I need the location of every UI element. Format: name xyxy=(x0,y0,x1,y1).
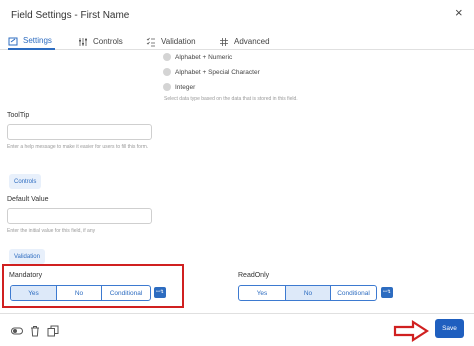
radio-button[interactable] xyxy=(163,68,171,76)
tab-bar: Settings Controls Validation Advanced xyxy=(0,30,474,50)
tooltip-hint: Enter a help message to make it easier f… xyxy=(7,144,149,150)
close-icon[interactable]: × xyxy=(455,6,463,19)
tab-settings[interactable]: Settings xyxy=(8,33,55,50)
readonly-label: ReadOnly xyxy=(238,272,270,279)
default-value-hint: Enter the initial value for this field, … xyxy=(7,228,96,234)
controls-section-header: Controls xyxy=(9,174,42,189)
sliders-icon xyxy=(79,37,87,46)
dialog-title: Field Settings - First Name xyxy=(11,10,130,21)
tab-advanced-label: Advanced xyxy=(234,37,270,46)
settings-tab-icon xyxy=(8,37,18,45)
tooltip-input[interactable] xyxy=(7,124,152,140)
datatype-option-label: Alphabet + Special Character xyxy=(175,68,260,76)
tab-controls[interactable]: Controls xyxy=(78,33,123,50)
tab-settings-label: Settings xyxy=(23,36,52,45)
radio-button[interactable] xyxy=(163,53,171,61)
mandatory-highlight-box xyxy=(2,264,184,308)
toggle-icon[interactable] xyxy=(11,325,23,337)
grid-icon xyxy=(220,37,228,46)
tab-validation-label: Validation xyxy=(161,37,196,46)
checklist-icon xyxy=(146,37,155,46)
dialog-header: Field Settings - First Name × xyxy=(0,0,474,30)
arrow-annotation-icon xyxy=(393,320,429,342)
readonly-no-option[interactable]: No xyxy=(286,286,331,300)
save-button[interactable]: Save xyxy=(435,319,464,338)
readonly-segmented-control[interactable]: Yes No Conditional xyxy=(238,285,377,301)
datatype-option-label: Integer xyxy=(175,83,196,91)
radio-button[interactable] xyxy=(163,83,171,91)
conditional-rule-icon[interactable]: ꟷ↯ xyxy=(381,287,393,298)
datatype-option-label: Alphabet + Numeric xyxy=(175,53,233,61)
datatype-option-alphanumeric[interactable]: Alphabet + Numeric xyxy=(163,53,232,61)
datatype-option-integer[interactable]: Integer xyxy=(163,83,195,91)
datatype-hint: Select data type based on the data that … xyxy=(164,96,298,102)
tab-validation[interactable]: Validation xyxy=(146,33,196,50)
validation-section-header: Validation xyxy=(9,249,45,264)
default-value-label: Default Value xyxy=(7,196,49,203)
tooltip-label: ToolTip xyxy=(7,112,30,119)
copy-icon[interactable] xyxy=(47,325,59,337)
trash-icon[interactable] xyxy=(29,325,41,337)
datatype-option-special[interactable]: Alphabet + Special Character xyxy=(163,68,260,76)
tab-controls-label: Controls xyxy=(93,37,123,46)
readonly-conditional-option[interactable]: Conditional xyxy=(331,286,376,300)
default-value-input[interactable] xyxy=(7,208,152,224)
tab-advanced[interactable]: Advanced xyxy=(219,33,270,50)
readonly-yes-option[interactable]: Yes xyxy=(239,286,286,300)
